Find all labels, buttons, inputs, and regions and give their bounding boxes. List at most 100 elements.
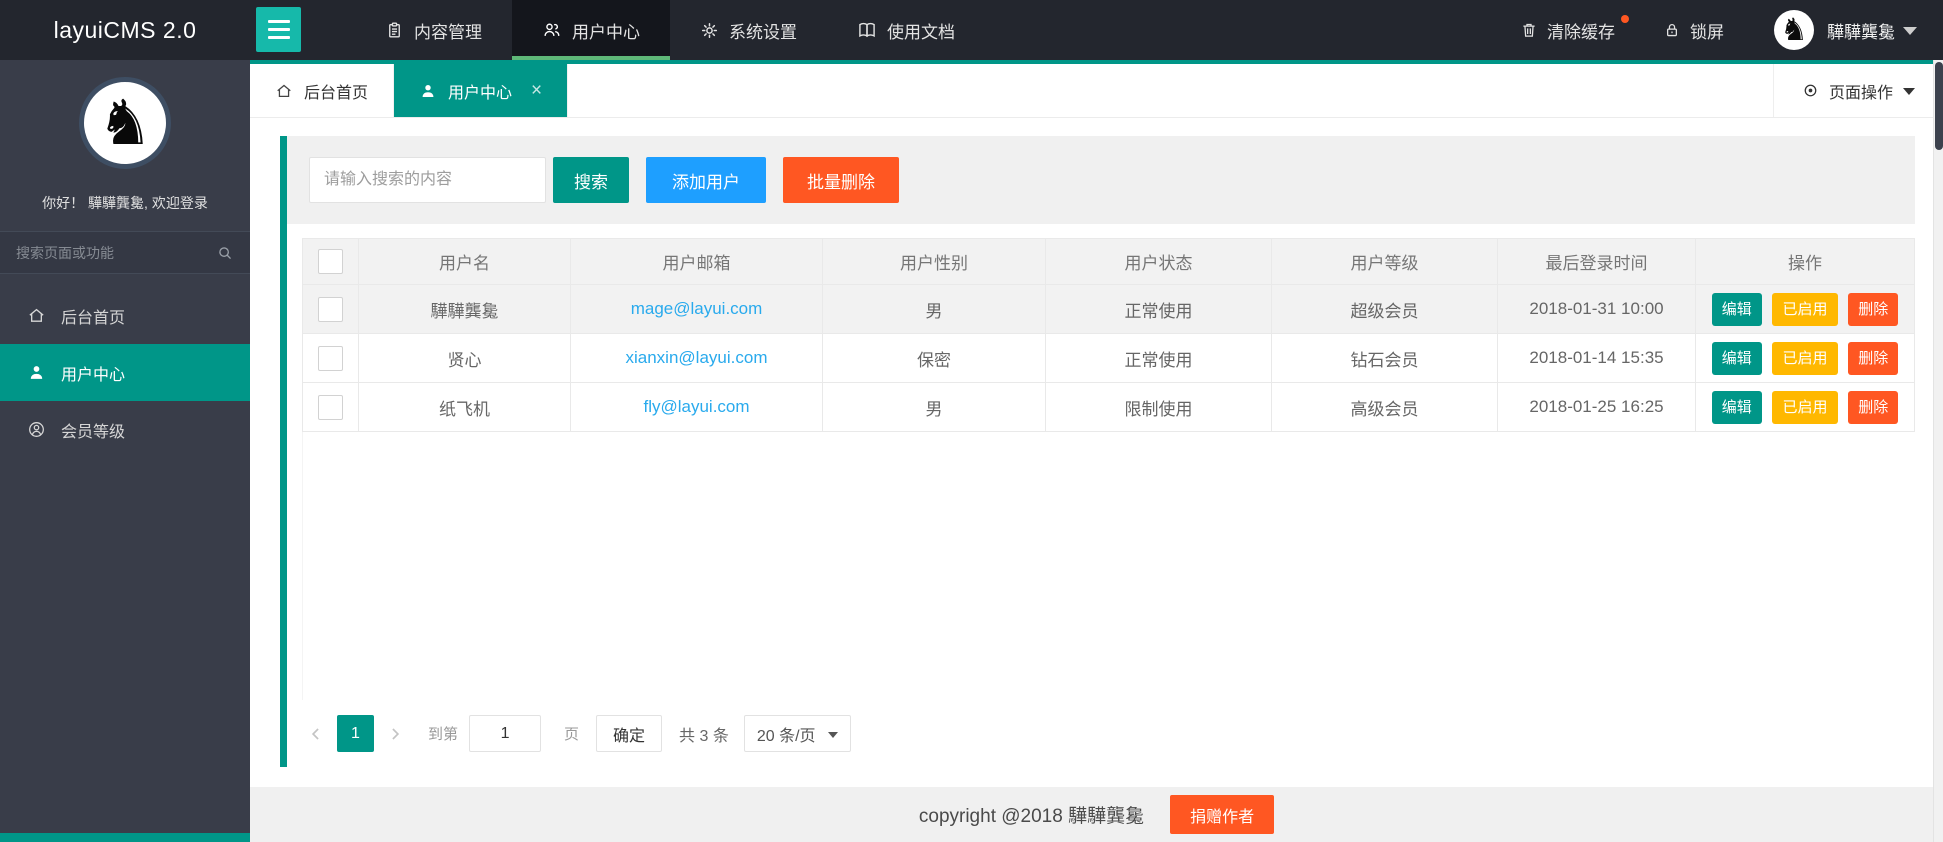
- cell-last-login: 2018-01-25 16:25: [1497, 382, 1696, 432]
- topbar: layuiCMS 2.0 内容管理 用户中心 系统设置 使用文档 清除缓存 锁屏…: [0, 0, 1943, 60]
- donate-button[interactable]: 捐赠作者: [1170, 795, 1275, 834]
- user-table: 用户名 用户邮箱 用户性别 用户状态 用户等级 最后登录时间 操作 驊驊龔毚 m…: [287, 224, 1915, 767]
- lock-icon: [1663, 21, 1681, 39]
- book-icon: [857, 20, 877, 40]
- topbar-actions: 清除缓存 锁屏 ♞ 驊驊龔毚: [1496, 0, 1943, 60]
- cell-email-link[interactable]: xianxin@layui.com: [626, 348, 768, 367]
- chevron-down-icon: [1903, 88, 1915, 95]
- gear-icon: [700, 21, 719, 40]
- per-page-select[interactable]: 20 条/页: [743, 715, 851, 752]
- topnav-item-label: 系统设置: [729, 22, 797, 42]
- user-menu[interactable]: ♞ 驊驊龔毚: [1748, 10, 1927, 50]
- topnav-item-user-center[interactable]: 用户中心: [512, 0, 670, 60]
- topnav-item-label: 内容管理: [414, 22, 482, 42]
- app-window: layuiCMS 2.0 内容管理 用户中心 系统设置 使用文档 清除缓存 锁屏…: [0, 0, 1943, 842]
- cell-username: 纸飞机: [358, 382, 571, 432]
- top-navigation: 内容管理 用户中心 系统设置 使用文档: [355, 0, 985, 60]
- tab-label: 后台首页: [304, 84, 369, 102]
- edit-button[interactable]: 编辑: [1711, 341, 1762, 375]
- lock-screen-button[interactable]: 锁屏: [1639, 0, 1748, 60]
- enabled-toggle-button[interactable]: 已启用: [1772, 292, 1838, 326]
- bulk-delete-button[interactable]: 批量删除: [783, 157, 899, 203]
- main-area: 后台首页 用户中心 × 页面操作 请输入搜索的内容 搜索 添加用户 批量删除 用…: [250, 60, 1943, 842]
- cell-level: 钻石会员: [1271, 333, 1498, 383]
- table-row: 纸飞机 fly@layui.com 男 限制使用 高级会员 2018-01-25…: [302, 382, 1915, 432]
- clear-cache-button[interactable]: 清除缓存: [1496, 0, 1639, 60]
- col-header-username: 用户名: [358, 238, 571, 285]
- tab-user-center[interactable]: 用户中心 ×: [394, 64, 569, 117]
- enabled-toggle-button[interactable]: 已启用: [1772, 390, 1838, 424]
- delete-button[interactable]: 删除: [1848, 292, 1899, 326]
- sidebar-search: [0, 231, 250, 274]
- cell-status: 正常使用: [1045, 333, 1272, 383]
- edit-button[interactable]: 编辑: [1711, 292, 1762, 326]
- cell-email-link[interactable]: fly@layui.com: [643, 397, 749, 416]
- select-all-checkbox[interactable]: [318, 249, 343, 274]
- add-user-button[interactable]: 添加用户: [646, 157, 766, 203]
- col-header-last-login: 最后登录时间: [1497, 238, 1696, 285]
- tab-dashboard[interactable]: 后台首页: [250, 64, 395, 117]
- topnav-item-docs[interactable]: 使用文档: [827, 0, 985, 60]
- search-input[interactable]: [309, 157, 546, 203]
- footer: copyright @2018 驊驊龔毚 捐赠作者: [250, 787, 1943, 842]
- cell-gender: 男: [822, 382, 1046, 432]
- row-checkbox[interactable]: [318, 345, 343, 371]
- sidebar-bottom-accent: [0, 833, 250, 842]
- search-button[interactable]: 搜索: [553, 157, 629, 203]
- topnav-item-system-settings[interactable]: 系统设置: [670, 0, 827, 60]
- users-icon: [542, 20, 562, 40]
- page-scrollbar[interactable]: [1933, 60, 1943, 842]
- row-checkbox[interactable]: [318, 394, 343, 420]
- clear-cache-label: 清除缓存: [1547, 22, 1615, 42]
- page-content: 搜索 添加用户 批量删除: [250, 118, 1943, 787]
- page-operations-dropdown[interactable]: 页面操作: [1772, 64, 1943, 117]
- cell-status: 限制使用: [1045, 382, 1272, 432]
- profile-avatar[interactable]: ♞: [79, 77, 171, 169]
- tab-bar: 后台首页 用户中心 × 页面操作: [250, 60, 1943, 118]
- cell-level: 超级会员: [1271, 284, 1498, 334]
- sidebar: ♞ 你好！ 驊驊龔毚, 欢迎登录 后台首页: [0, 60, 250, 842]
- col-header-level: 用户等级: [1271, 238, 1498, 285]
- page-number-current[interactable]: 1: [337, 715, 374, 752]
- prev-page-button[interactable]: [306, 724, 326, 744]
- home-icon: [275, 82, 293, 100]
- sidebar-menu: 后台首页 用户中心 会员等级: [0, 287, 250, 458]
- close-icon[interactable]: ×: [531, 81, 542, 100]
- page-operations-label: 页面操作: [1828, 84, 1893, 102]
- goto-page-input[interactable]: [469, 715, 542, 752]
- sidebar-item-label: 用户中心: [61, 366, 126, 384]
- username: 驊驊龔毚: [1827, 22, 1895, 42]
- row-checkbox[interactable]: [318, 296, 343, 322]
- lock-screen-label: 锁屏: [1690, 22, 1724, 42]
- content-block: 搜索 添加用户 批量删除: [280, 136, 1915, 767]
- sidebar-item-dashboard[interactable]: 后台首页: [0, 287, 250, 344]
- cell-username: 驊驊龔毚: [358, 284, 571, 334]
- delete-button[interactable]: 删除: [1848, 390, 1899, 424]
- delete-button[interactable]: 删除: [1848, 341, 1899, 375]
- table-row: 驊驊龔毚 mage@layui.com 男 正常使用 超级会员 2018-01-…: [302, 284, 1915, 334]
- edit-button[interactable]: 编辑: [1711, 390, 1762, 424]
- chevron-down-icon: [827, 731, 838, 738]
- col-header-gender: 用户性别: [822, 238, 1046, 285]
- toolbar: 搜索 添加用户 批量删除: [287, 136, 1915, 224]
- total-count-label: 共 3 条: [679, 727, 729, 745]
- menu-toggle-button[interactable]: [256, 7, 301, 52]
- goto-page-prefix: 到第: [428, 726, 459, 743]
- chevron-down-icon: [1903, 27, 1917, 35]
- next-page-button[interactable]: [385, 724, 405, 744]
- trash-icon: [1520, 21, 1538, 39]
- cell-email-link[interactable]: mage@layui.com: [631, 299, 763, 318]
- search-icon[interactable]: [216, 244, 234, 262]
- tab-label: 用户中心: [448, 84, 513, 102]
- sidebar-item-member-level[interactable]: 会员等级: [0, 401, 250, 458]
- sidebar-search-input[interactable]: [16, 244, 216, 261]
- confirm-page-button[interactable]: 确定: [596, 715, 663, 752]
- topnav-item-content-mgmt[interactable]: 内容管理: [355, 0, 512, 60]
- enabled-toggle-button[interactable]: 已启用: [1772, 341, 1838, 375]
- scrollbar-thumb[interactable]: [1935, 62, 1943, 150]
- col-header-status: 用户状态: [1045, 238, 1272, 285]
- sidebar-item-user-center[interactable]: 用户中心: [0, 344, 250, 401]
- col-header-email: 用户邮箱: [570, 238, 823, 285]
- topnav-item-label: 用户中心: [572, 22, 640, 42]
- target-icon: [1802, 82, 1819, 99]
